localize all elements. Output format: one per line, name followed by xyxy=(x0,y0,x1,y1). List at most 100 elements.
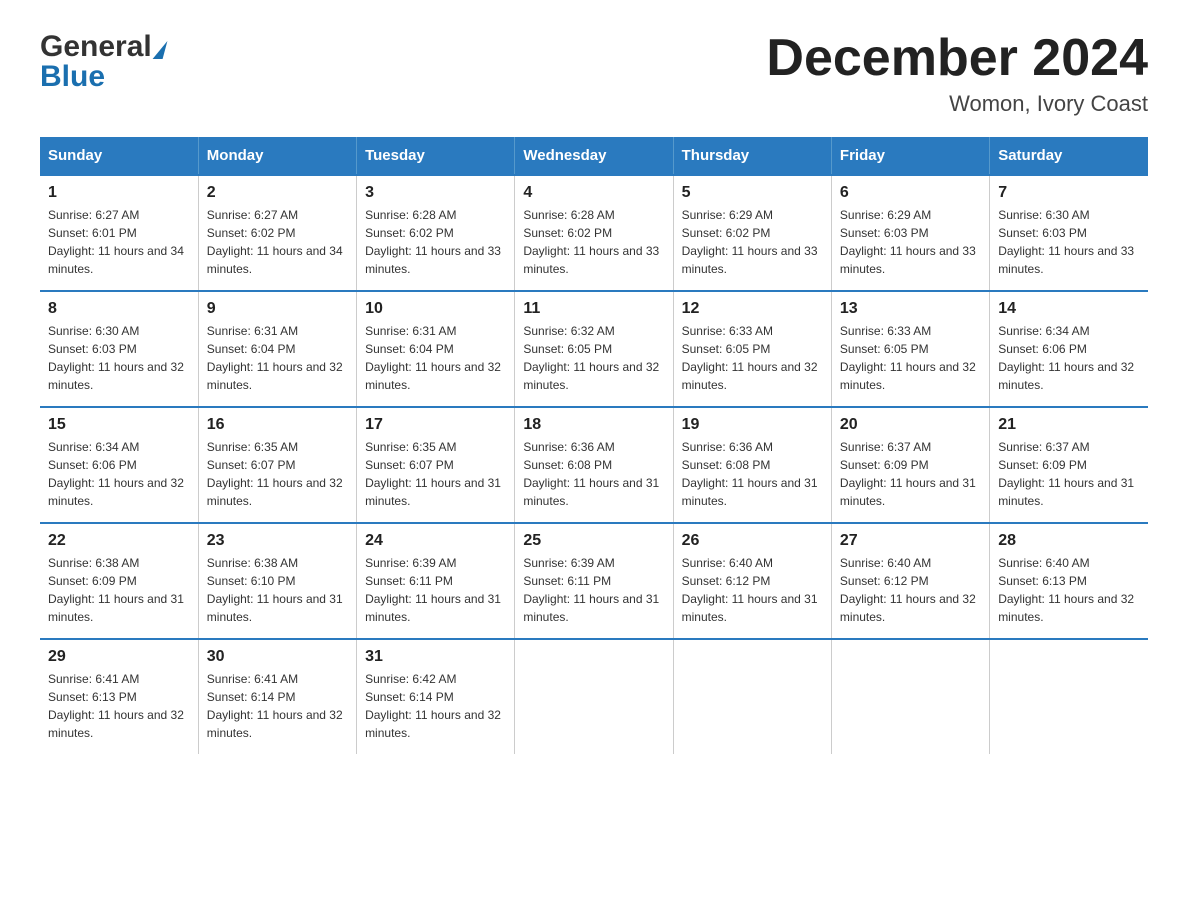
day-number: 29 xyxy=(48,648,190,666)
calendar-day-cell: 31 Sunrise: 6:42 AMSunset: 6:14 PMDayligh… xyxy=(357,639,515,754)
calendar-header-row: SundayMondayTuesdayWednesdayThursdayFrid… xyxy=(40,137,1148,175)
day-info: Sunrise: 6:30 AMSunset: 6:03 PMDaylight:… xyxy=(48,322,190,394)
calendar-header-friday: Friday xyxy=(831,137,989,175)
day-number: 2 xyxy=(207,184,348,202)
calendar-day-cell: 20 Sunrise: 6:37 AMSunset: 6:09 PMDayligh… xyxy=(831,407,989,523)
calendar-day-cell: 12 Sunrise: 6:33 AMSunset: 6:05 PMDayligh… xyxy=(673,291,831,407)
day-info: Sunrise: 6:33 AMSunset: 6:05 PMDaylight:… xyxy=(682,322,823,394)
day-number: 22 xyxy=(48,532,190,550)
day-info: Sunrise: 6:41 AMSunset: 6:14 PMDaylight:… xyxy=(207,670,348,742)
calendar-day-cell: 29Sunrise: 6:41 AMSunset: 6:13 PMDayligh… xyxy=(40,639,198,754)
day-info: Sunrise: 6:30 AMSunset: 6:03 PMDaylight:… xyxy=(998,206,1140,278)
logo-triangle-icon xyxy=(152,41,167,59)
day-number: 30 xyxy=(207,648,348,666)
day-info: Sunrise: 6:27 AMSunset: 6:01 PMDaylight:… xyxy=(48,206,190,278)
calendar-day-cell: 2 Sunrise: 6:27 AMSunset: 6:02 PMDaylight… xyxy=(198,175,356,291)
calendar-week-row-5: 29Sunrise: 6:41 AMSunset: 6:13 PMDayligh… xyxy=(40,639,1148,754)
day-info: Sunrise: 6:42 AMSunset: 6:14 PMDaylight:… xyxy=(365,670,506,742)
calendar-day-cell xyxy=(831,639,989,754)
day-number: 17 xyxy=(365,416,506,434)
calendar-day-cell: 4Sunrise: 6:28 AMSunset: 6:02 PMDaylight… xyxy=(515,175,673,291)
day-number: 16 xyxy=(207,416,348,434)
calendar-day-cell: 6Sunrise: 6:29 AMSunset: 6:03 PMDaylight… xyxy=(831,175,989,291)
calendar-day-cell: 24 Sunrise: 6:39 AMSunset: 6:11 PMDayligh… xyxy=(357,523,515,639)
day-info: Sunrise: 6:39 AMSunset: 6:11 PMDaylight:… xyxy=(523,554,664,626)
calendar-header-tuesday: Tuesday xyxy=(357,137,515,175)
day-number: 20 xyxy=(840,416,981,434)
day-info: Sunrise: 6:29 AMSunset: 6:02 PMDaylight:… xyxy=(682,206,823,278)
calendar-day-cell: 23Sunrise: 6:38 AMSunset: 6:10 PMDayligh… xyxy=(198,523,356,639)
day-info: Sunrise: 6:37 AMSunset: 6:09 PMDaylight:… xyxy=(998,438,1140,510)
day-number: 15 xyxy=(48,416,190,434)
day-number: 21 xyxy=(998,416,1140,434)
day-number: 3 xyxy=(365,184,506,202)
day-info: Sunrise: 6:36 AMSunset: 6:08 PMDaylight:… xyxy=(523,438,664,510)
calendar-day-cell: 1 Sunrise: 6:27 AMSunset: 6:01 PMDaylight… xyxy=(40,175,198,291)
logo-blue-text: Blue xyxy=(40,60,105,94)
calendar-week-row-3: 15 Sunrise: 6:34 AMSunset: 6:06 PMDayligh… xyxy=(40,407,1148,523)
day-info: Sunrise: 6:40 AMSunset: 6:13 PMDaylight:… xyxy=(998,554,1140,626)
day-number: 1 xyxy=(48,184,190,202)
day-info: Sunrise: 6:35 AMSunset: 6:07 PMDaylight:… xyxy=(365,438,506,510)
day-info: Sunrise: 6:31 AMSunset: 6:04 PMDaylight:… xyxy=(365,322,506,394)
day-number: 14 xyxy=(998,300,1140,318)
calendar-week-row-2: 8 Sunrise: 6:30 AMSunset: 6:03 PMDaylight… xyxy=(40,291,1148,407)
day-info: Sunrise: 6:36 AMSunset: 6:08 PMDaylight:… xyxy=(682,438,823,510)
day-number: 5 xyxy=(682,184,823,202)
calendar-day-cell: 16 Sunrise: 6:35 AMSunset: 6:07 PMDayligh… xyxy=(198,407,356,523)
calendar-day-cell: 9 Sunrise: 6:31 AMSunset: 6:04 PMDaylight… xyxy=(198,291,356,407)
day-number: 13 xyxy=(840,300,981,318)
calendar-day-cell: 17 Sunrise: 6:35 AMSunset: 6:07 PMDayligh… xyxy=(357,407,515,523)
calendar-day-cell: 10Sunrise: 6:31 AMSunset: 6:04 PMDayligh… xyxy=(357,291,515,407)
calendar-day-cell: 5 Sunrise: 6:29 AMSunset: 6:02 PMDaylight… xyxy=(673,175,831,291)
day-info: Sunrise: 6:34 AMSunset: 6:06 PMDaylight:… xyxy=(48,438,190,510)
calendar-day-cell xyxy=(515,639,673,754)
calendar-day-cell: 28 Sunrise: 6:40 AMSunset: 6:13 PMDayligh… xyxy=(990,523,1148,639)
day-info: Sunrise: 6:40 AMSunset: 6:12 PMDaylight:… xyxy=(840,554,981,626)
day-info: Sunrise: 6:38 AMSunset: 6:09 PMDaylight:… xyxy=(48,554,190,626)
calendar-day-cell xyxy=(673,639,831,754)
day-number: 31 xyxy=(365,648,506,666)
calendar-header-saturday: Saturday xyxy=(990,137,1148,175)
calendar-day-cell: 30 Sunrise: 6:41 AMSunset: 6:14 PMDayligh… xyxy=(198,639,356,754)
page-header: General Blue December 2024 Womon, Ivory … xyxy=(40,30,1148,117)
calendar-day-cell: 11 Sunrise: 6:32 AMSunset: 6:05 PMDayligh… xyxy=(515,291,673,407)
day-number: 27 xyxy=(840,532,981,550)
day-info: Sunrise: 6:37 AMSunset: 6:09 PMDaylight:… xyxy=(840,438,981,510)
calendar-week-row-1: 1 Sunrise: 6:27 AMSunset: 6:01 PMDaylight… xyxy=(40,175,1148,291)
day-info: Sunrise: 6:32 AMSunset: 6:05 PMDaylight:… xyxy=(523,322,664,394)
day-info: Sunrise: 6:39 AMSunset: 6:11 PMDaylight:… xyxy=(365,554,506,626)
day-number: 4 xyxy=(523,184,664,202)
day-info: Sunrise: 6:31 AMSunset: 6:04 PMDaylight:… xyxy=(207,322,348,394)
calendar-day-cell: 14 Sunrise: 6:34 AMSunset: 6:06 PMDayligh… xyxy=(990,291,1148,407)
page-title: December 2024 xyxy=(766,30,1148,87)
calendar-day-cell: 15 Sunrise: 6:34 AMSunset: 6:06 PMDayligh… xyxy=(40,407,198,523)
day-number: 28 xyxy=(998,532,1140,550)
day-number: 19 xyxy=(682,416,823,434)
day-number: 12 xyxy=(682,300,823,318)
day-number: 25 xyxy=(523,532,664,550)
day-number: 9 xyxy=(207,300,348,318)
day-info: Sunrise: 6:35 AMSunset: 6:07 PMDaylight:… xyxy=(207,438,348,510)
day-number: 8 xyxy=(48,300,190,318)
calendar-header-wednesday: Wednesday xyxy=(515,137,673,175)
day-info: Sunrise: 6:29 AMSunset: 6:03 PMDaylight:… xyxy=(840,206,981,278)
calendar-day-cell: 8 Sunrise: 6:30 AMSunset: 6:03 PMDaylight… xyxy=(40,291,198,407)
day-info: Sunrise: 6:27 AMSunset: 6:02 PMDaylight:… xyxy=(207,206,348,278)
page-location: Womon, Ivory Coast xyxy=(766,91,1148,117)
day-info: Sunrise: 6:40 AMSunset: 6:12 PMDaylight:… xyxy=(682,554,823,626)
day-info: Sunrise: 6:33 AMSunset: 6:05 PMDaylight:… xyxy=(840,322,981,394)
calendar-day-cell: 19 Sunrise: 6:36 AMSunset: 6:08 PMDayligh… xyxy=(673,407,831,523)
logo: General Blue xyxy=(40,30,165,94)
calendar-day-cell: 27 Sunrise: 6:40 AMSunset: 6:12 PMDayligh… xyxy=(831,523,989,639)
calendar-day-cell: 22 Sunrise: 6:38 AMSunset: 6:09 PMDayligh… xyxy=(40,523,198,639)
day-number: 26 xyxy=(682,532,823,550)
day-number: 24 xyxy=(365,532,506,550)
calendar-day-cell: 25 Sunrise: 6:39 AMSunset: 6:11 PMDayligh… xyxy=(515,523,673,639)
calendar-header-monday: Monday xyxy=(198,137,356,175)
day-info: Sunrise: 6:34 AMSunset: 6:06 PMDaylight:… xyxy=(998,322,1140,394)
logo-general-text: General xyxy=(40,30,152,64)
day-number: 11 xyxy=(523,300,664,318)
calendar-week-row-4: 22 Sunrise: 6:38 AMSunset: 6:09 PMDayligh… xyxy=(40,523,1148,639)
calendar-day-cell: 26 Sunrise: 6:40 AMSunset: 6:12 PMDayligh… xyxy=(673,523,831,639)
